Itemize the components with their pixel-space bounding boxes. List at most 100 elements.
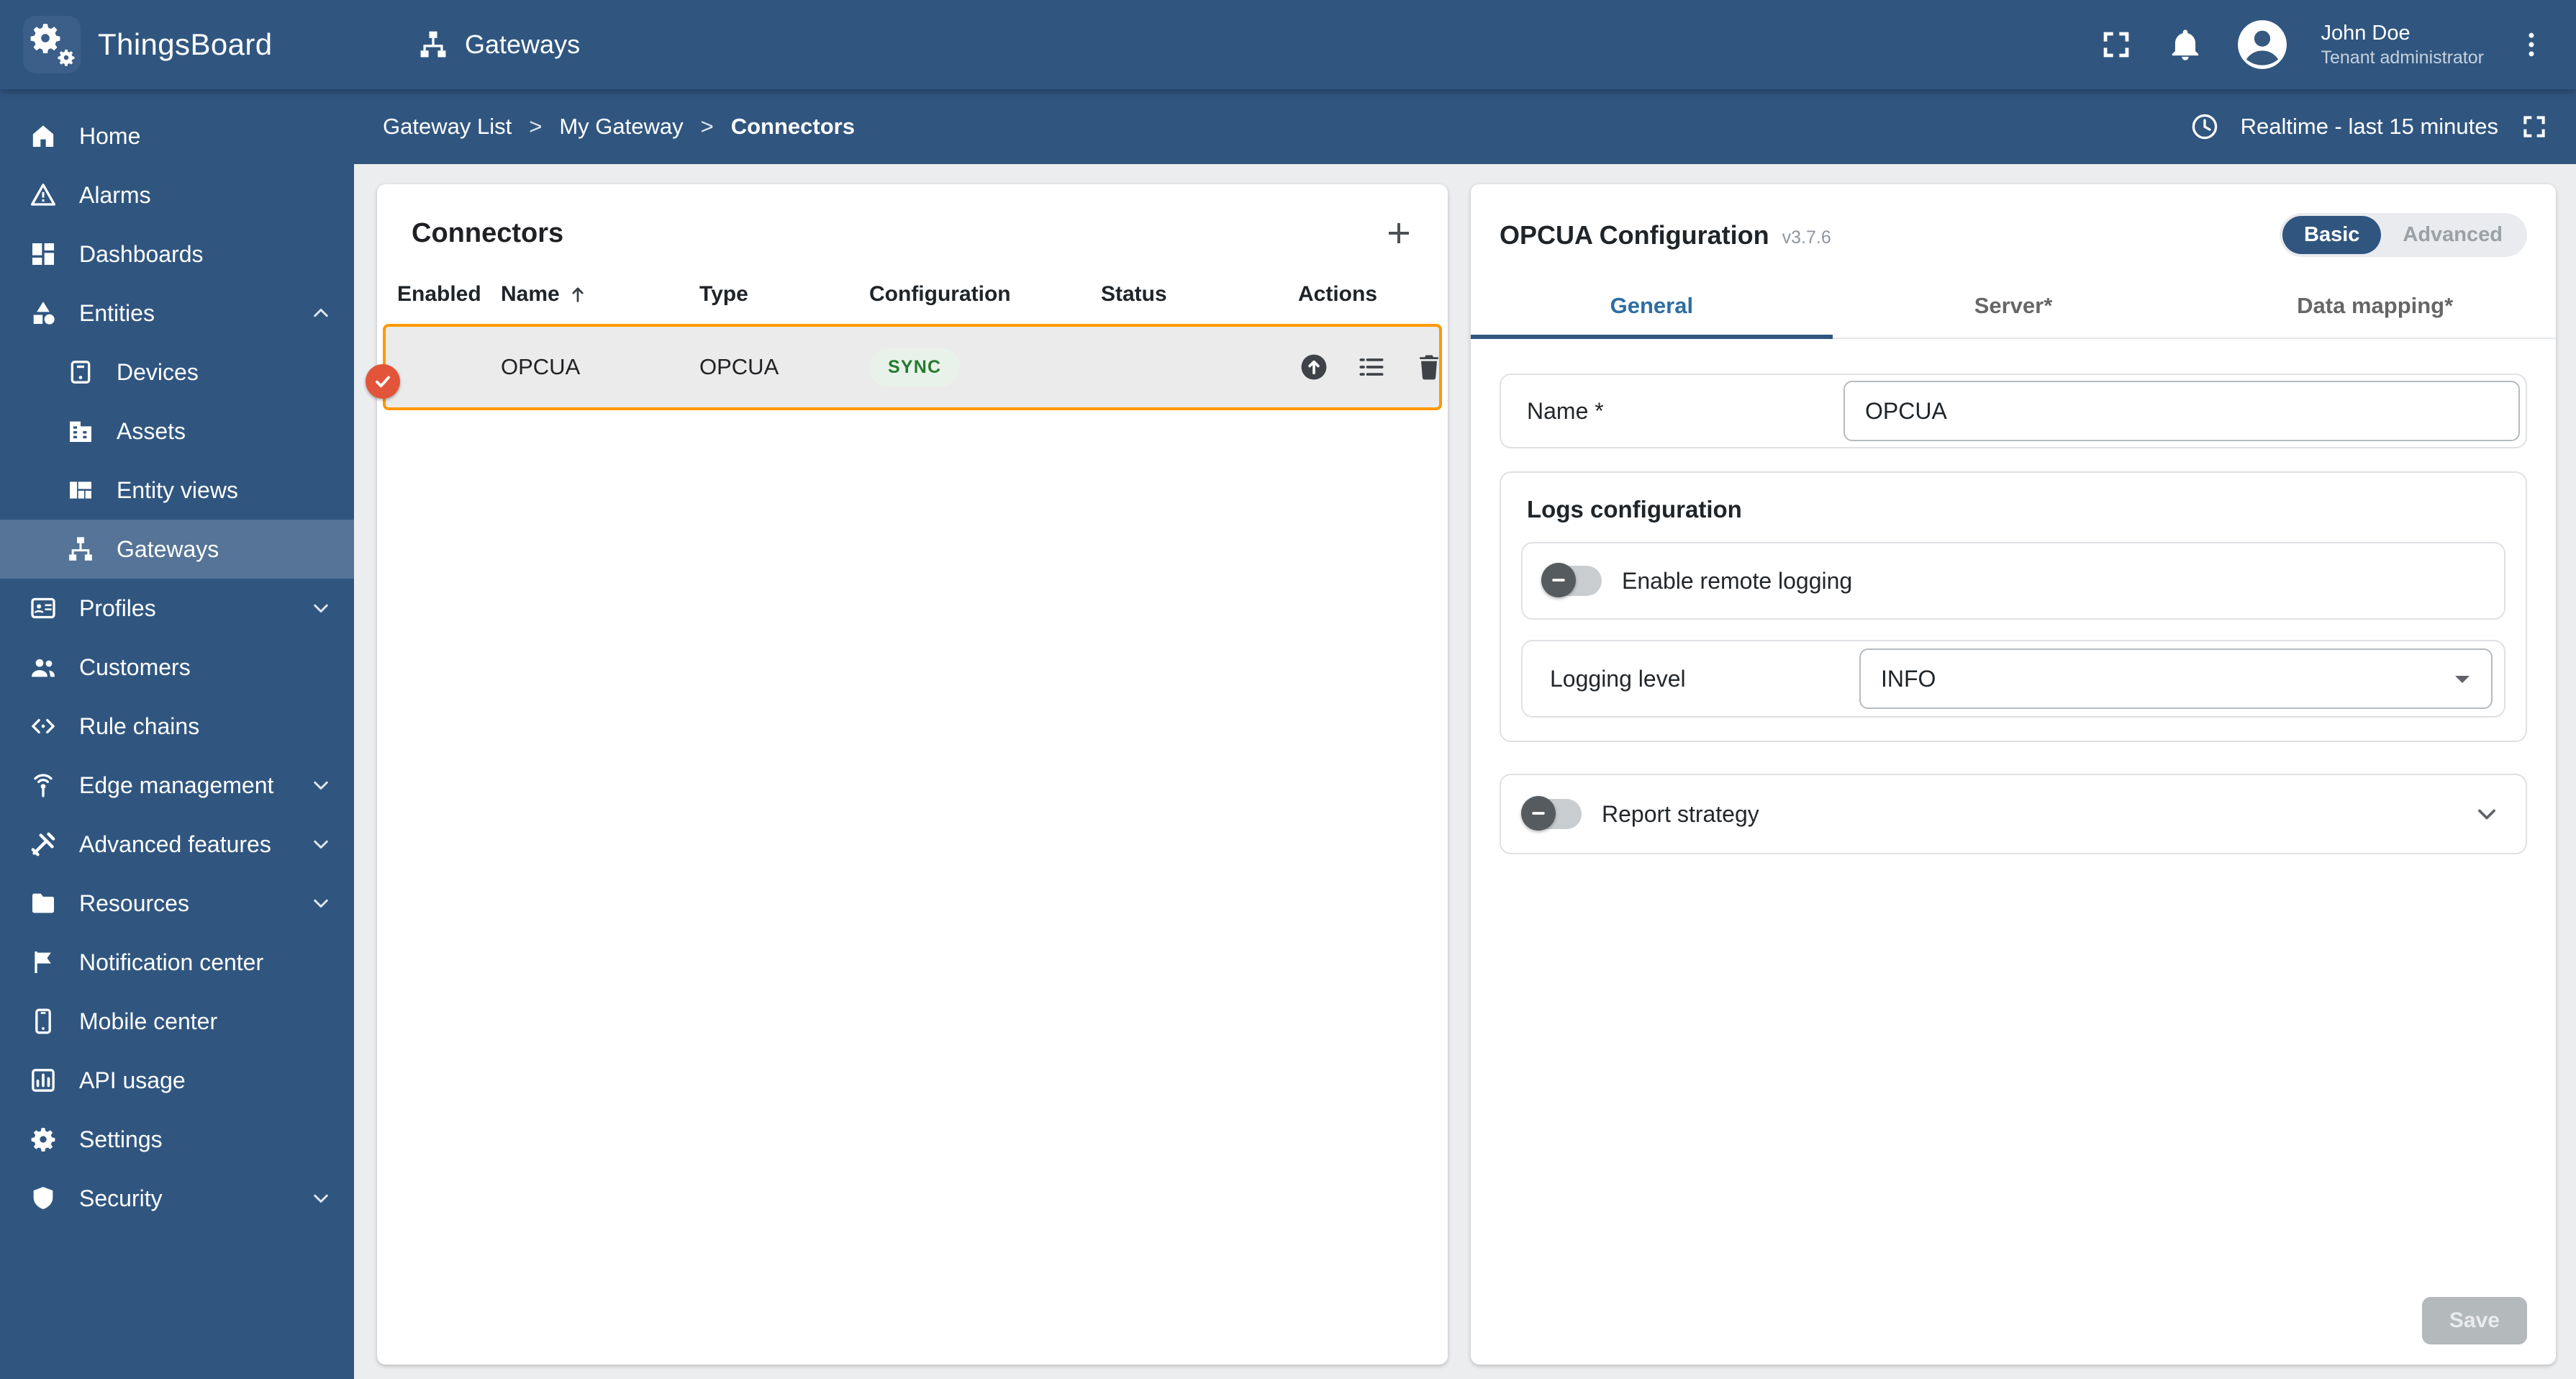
- sidebar-item-settings[interactable]: Settings: [0, 1110, 354, 1169]
- chevron-down-icon: [308, 595, 334, 621]
- sidebar-item-rule-chains[interactable]: Rule chains: [0, 697, 354, 756]
- badge-icon: [29, 594, 58, 623]
- sidebar-item-resources[interactable]: Resources: [0, 874, 354, 933]
- basic-mode-button[interactable]: Basic: [2282, 216, 2382, 254]
- flag-icon: [29, 948, 58, 977]
- sidebar-item-label: Devices: [117, 358, 199, 385]
- sidebar-item-label: Resources: [79, 890, 189, 916]
- minus-icon: [1548, 569, 1569, 591]
- col-configuration: Configuration: [869, 282, 1011, 306]
- sidebar-item-advanced-features[interactable]: Advanced features: [0, 815, 354, 874]
- tab-server[interactable]: Server*: [1833, 274, 2195, 338]
- breadcrumb-gateway-list[interactable]: Gateway List: [383, 114, 512, 140]
- tab-data-mapping[interactable]: Data mapping*: [2194, 274, 2556, 338]
- shield-icon: [29, 1184, 58, 1213]
- kebab-menu-icon[interactable]: [2516, 26, 2547, 63]
- sidebar-nav: Home Alarms Dashboards Entities Devices Asset…: [0, 89, 354, 1379]
- sidebar-item-notification-center[interactable]: Notification center: [0, 933, 354, 992]
- connector-row-opcua[interactable]: OPCUA OPCUA SYNC: [366, 324, 1445, 410]
- report-strategy-row[interactable]: Report strategy: [1500, 774, 2527, 854]
- chart-icon: [29, 1066, 58, 1095]
- sidebar-item-label: Customers: [79, 654, 191, 680]
- content-area: Connectors Enabled Name Type Configurati…: [354, 164, 2576, 1379]
- report-strategy-toggle[interactable]: [1521, 796, 1582, 831]
- connector-type: OPCUA: [699, 354, 779, 379]
- notifications-bell-icon[interactable]: [2167, 26, 2204, 63]
- name-input[interactable]: [1843, 381, 2520, 441]
- sidebar-item-label: Settings: [79, 1126, 163, 1152]
- tab-general[interactable]: General: [1471, 274, 1833, 338]
- sidebar-item-label: Notification center: [79, 949, 264, 975]
- col-enabled: Enabled: [397, 282, 481, 306]
- sidebar-item-label: Security: [79, 1185, 163, 1211]
- breadcrumb-separator: >: [529, 114, 543, 139]
- col-name[interactable]: Name: [501, 282, 699, 307]
- expand-fullscreen-icon[interactable]: [2518, 111, 2550, 143]
- antenna-icon: [29, 771, 58, 800]
- col-status: Status: [1101, 282, 1167, 306]
- save-button[interactable]: Save: [2421, 1297, 2527, 1344]
- sidebar-item-devices[interactable]: Devices: [0, 343, 354, 402]
- fullscreen-icon[interactable]: [2097, 26, 2135, 63]
- dropdown-arrow-icon: [2445, 661, 2480, 696]
- gear-icon: [29, 1125, 58, 1154]
- logging-level-select[interactable]: INFO: [1859, 648, 2493, 709]
- page-title: Gateways: [417, 29, 580, 60]
- delete-icon[interactable]: [1413, 351, 1445, 383]
- sidebar-item-customers[interactable]: Customers: [0, 638, 354, 697]
- sidebar-item-label: Advanced features: [79, 831, 271, 857]
- mode-toggle-group: Basic Advanced: [2280, 213, 2527, 257]
- sidebar-item-dashboards[interactable]: Dashboards: [0, 225, 354, 284]
- lan-icon: [66, 535, 95, 564]
- sidebar-item-api-usage[interactable]: API usage: [0, 1051, 354, 1110]
- advanced-mode-button[interactable]: Advanced: [2381, 216, 2524, 254]
- sidebar-item-label: Profiles: [79, 594, 156, 621]
- time-range-selector[interactable]: Realtime - last 15 minutes: [2241, 114, 2498, 140]
- sidebar-item-profiles[interactable]: Profiles: [0, 579, 354, 638]
- breadcrumb-my-gateway[interactable]: My Gateway: [559, 114, 683, 140]
- sidebar-item-alarms[interactable]: Alarms: [0, 166, 354, 225]
- chevron-down-icon[interactable]: [2471, 798, 2503, 830]
- page-title-label: Gateways: [465, 30, 581, 59]
- user-menu[interactable]: John Doe Tenant administrator: [2321, 20, 2484, 69]
- col-type: Type: [699, 282, 748, 306]
- sidebar-item-gateways[interactable]: Gateways: [0, 520, 354, 579]
- construction-icon: [29, 830, 58, 859]
- sort-asc-icon: [567, 284, 589, 305]
- home-icon: [29, 122, 58, 150]
- sidebar-item-assets[interactable]: Assets: [0, 402, 354, 461]
- avatar[interactable]: [2236, 18, 2289, 71]
- sidebar-item-mobile-center[interactable]: Mobile center: [0, 992, 354, 1051]
- sidebar-item-label: Entity views: [117, 476, 238, 503]
- config-title: OPCUA Configuration: [1500, 220, 1769, 250]
- config-version: v3.7.6: [1782, 227, 1831, 248]
- sidebar-item-label: Gateways: [117, 535, 219, 562]
- rpc-icon[interactable]: [1298, 351, 1330, 383]
- opcua-config-panel: OPCUA Configuration v3.7.6 Basic Advance…: [1471, 184, 2556, 1365]
- app-logo[interactable]: ThingsBoard: [0, 16, 354, 73]
- sidebar-item-label: Edge management: [79, 772, 274, 798]
- connectors-title: Connectors: [412, 217, 564, 248]
- chevron-down-icon: [308, 831, 334, 857]
- sidebar-item-home[interactable]: Home: [0, 107, 354, 166]
- chevron-down-icon: [308, 772, 334, 798]
- sidebar-item-entity-views[interactable]: Entity views: [0, 461, 354, 520]
- app-root: ThingsBoard Gateways John Doe Tenant adm…: [0, 0, 2576, 1379]
- remote-logging-toggle[interactable]: [1541, 563, 1602, 597]
- logs-configuration-section: Logs configuration Enable remote logging…: [1500, 471, 2527, 742]
- sidebar-item-label: API usage: [79, 1067, 186, 1093]
- list-icon[interactable]: [1356, 351, 1387, 383]
- minus-icon: [1528, 802, 1549, 824]
- sync-badge: SYNC: [869, 348, 961, 386]
- sidebar-item-edge-management[interactable]: Edge management: [0, 756, 354, 815]
- app-title: ThingsBoard: [98, 27, 273, 61]
- sidebar-item-entities[interactable]: Entities: [0, 284, 354, 343]
- add-connector-button[interactable]: [1382, 216, 1416, 250]
- view-quilt-icon: [66, 476, 95, 505]
- top-header: ThingsBoard Gateways John Doe Tenant adm…: [0, 0, 2576, 89]
- sidebar-item-security[interactable]: Security: [0, 1169, 354, 1228]
- table-header: Enabled Name Type Configuration Status A…: [377, 273, 1448, 324]
- clock-icon: [2189, 111, 2221, 143]
- chevron-down-icon: [308, 1185, 334, 1211]
- smartphone-icon: [29, 1007, 58, 1036]
